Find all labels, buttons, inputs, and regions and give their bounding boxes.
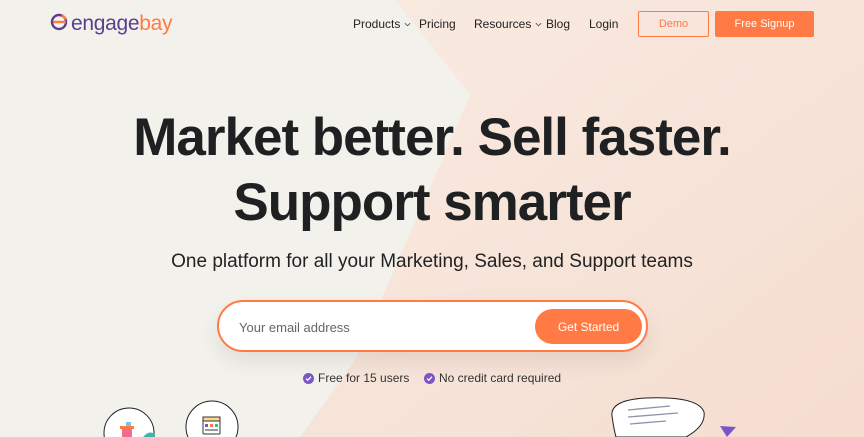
badge-no-credit-card: No credit card required: [424, 370, 561, 386]
get-started-button[interactable]: Get Started: [535, 309, 642, 344]
badge-label: No credit card required: [439, 371, 562, 385]
illustration-chat-bubble-icon: [606, 396, 746, 437]
nav-item-label: Pricing: [419, 17, 456, 31]
chevron-down-icon: [404, 22, 411, 26]
feature-badges: Free for 15 users No credit card require…: [0, 370, 864, 386]
signup-form: Get Started: [217, 300, 648, 352]
nav-item-label: Products: [353, 17, 401, 31]
illustration-podium-icon: [103, 406, 157, 437]
nav-item-blog[interactable]: Blog: [546, 15, 570, 33]
nav-item-label: Login: [589, 17, 619, 31]
chevron-down-icon: [535, 22, 542, 26]
check-circle-icon: [303, 372, 314, 384]
site-header: engagebay Products Pricing Resources Blo…: [0, 0, 864, 48]
email-input[interactable]: [239, 316, 529, 338]
hero-headline-line1: Market better. Sell faster.: [133, 108, 732, 167]
nav-item-login[interactable]: Login: [589, 15, 618, 33]
free-signup-button[interactable]: Free Signup: [715, 11, 814, 37]
nav-item-label: Resources: [474, 17, 532, 31]
nav-item-products[interactable]: Products: [353, 15, 411, 33]
illustration-dashboard-icon: [185, 400, 239, 437]
nav-item-label: Blog: [546, 17, 571, 31]
hero-headline-line2: Support smarter: [233, 173, 631, 232]
nav-item-resources[interactable]: Resources: [474, 15, 542, 33]
badge-label: Free for 15 users: [318, 371, 410, 385]
demo-button[interactable]: Demo: [638, 11, 709, 37]
nav-item-pricing[interactable]: Pricing: [419, 15, 456, 33]
badge-free-users: Free for 15 users: [303, 370, 409, 386]
check-circle-icon: [424, 372, 435, 384]
hero-subtitle: One platform for all your Marketing, Sal…: [171, 251, 693, 272]
